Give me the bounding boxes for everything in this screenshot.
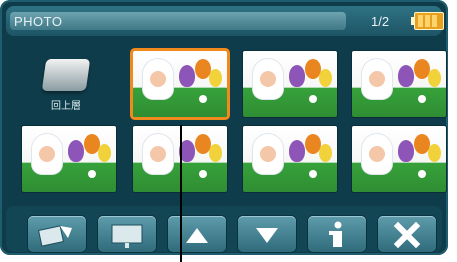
photo-thumbnail[interactable]	[243, 126, 337, 192]
page-title: PHOTO	[14, 14, 63, 29]
back-folder-label: 回上層	[51, 101, 81, 112]
close-icon	[393, 221, 421, 249]
photo-image	[352, 51, 446, 117]
photo-image	[352, 126, 446, 192]
photo-image	[243, 51, 337, 117]
scroll-down-button[interactable]	[238, 216, 296, 252]
photo-browser-screen: PHOTO 1/2 回上層	[0, 0, 457, 262]
info-icon	[329, 221, 342, 247]
photo-thumbnail[interactable]	[243, 51, 337, 117]
scroll-up-button[interactable]	[168, 216, 226, 252]
bottom-toolbar	[6, 206, 442, 252]
info-button[interactable]	[308, 216, 366, 252]
arrow-up-icon	[186, 228, 208, 243]
callout-line	[180, 125, 182, 262]
slideshow-button[interactable]	[98, 216, 156, 252]
photo-thumbnail[interactable]	[22, 126, 116, 192]
photo-image	[133, 51, 227, 117]
photo-thumbnail[interactable]	[352, 51, 446, 117]
title-bar: PHOTO 1/2	[6, 6, 444, 36]
photo-thumbnail[interactable]	[352, 126, 446, 192]
back-folder-button[interactable]: 回上層	[30, 55, 102, 115]
photo-thumbnail[interactable]	[133, 51, 227, 117]
close-button[interactable]	[378, 216, 436, 252]
photo-image	[22, 126, 116, 192]
page-indicator: 1/2	[371, 14, 390, 29]
rotate-icon	[37, 225, 72, 247]
battery-icon	[411, 12, 444, 30]
rotate-button[interactable]	[28, 216, 86, 252]
arrow-down-icon	[256, 228, 278, 243]
slideshow-icon	[111, 224, 143, 248]
device-frame: PHOTO 1/2 回上層	[0, 0, 448, 255]
photo-image	[243, 126, 337, 192]
folder-icon	[41, 59, 91, 91]
